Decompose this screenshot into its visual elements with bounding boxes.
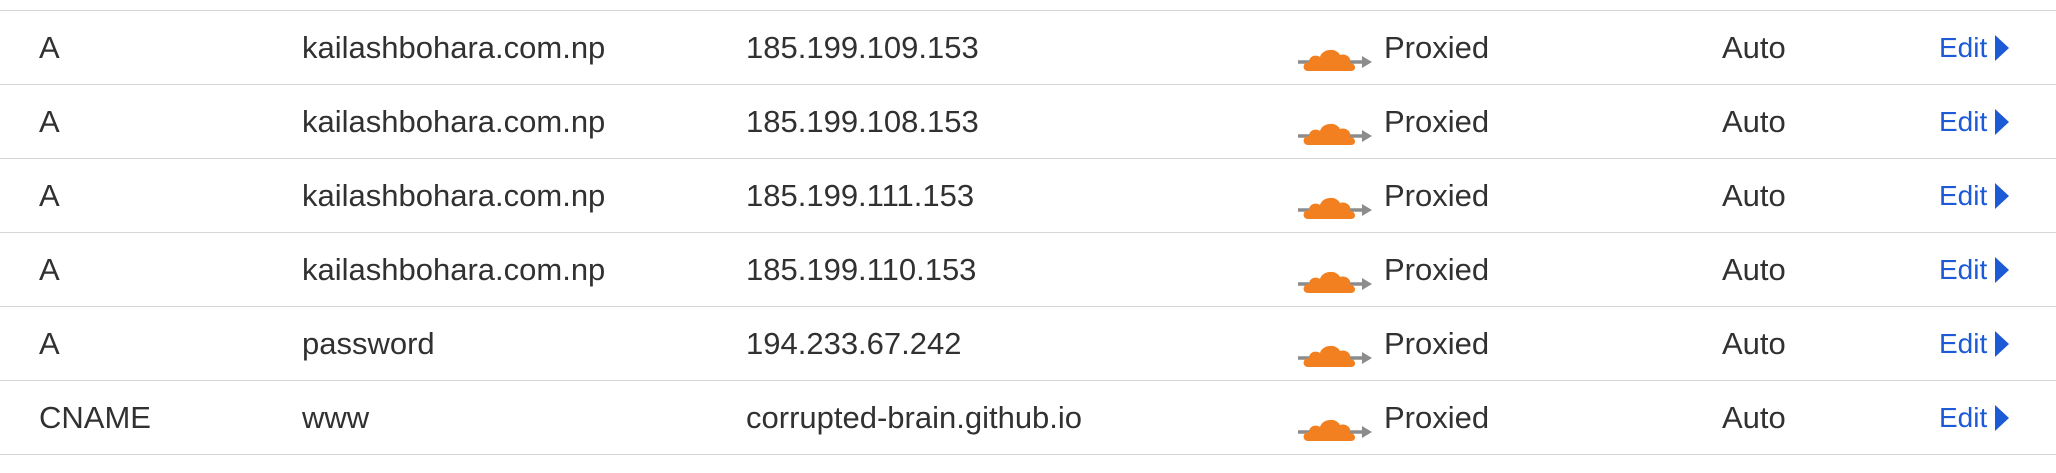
proxy-status-label: Proxied	[1384, 326, 1490, 361]
record-content: 194.233.67.242	[746, 326, 962, 361]
record-ttl: Auto	[1722, 104, 1786, 139]
record-ttl: Auto	[1722, 30, 1786, 65]
record-type: A	[39, 178, 60, 213]
proxy-status: Proxied	[1296, 233, 1489, 306]
caret-right-icon	[1995, 108, 2010, 135]
record-type: CNAME	[39, 400, 151, 435]
proxy-status: Proxied	[1296, 159, 1489, 232]
record-ttl: Auto	[1722, 178, 1786, 213]
edit-button[interactable]: Edit	[1939, 85, 2010, 158]
record-content: 185.199.108.153	[746, 104, 979, 139]
caret-right-icon	[1995, 404, 2010, 431]
record-ttl: Auto	[1722, 326, 1786, 361]
edit-label: Edit	[1939, 254, 1988, 285]
dns-record-row: A kailashbohara.com.np 185.199.108.153 P…	[0, 85, 2056, 159]
record-actions: Edit	[1939, 233, 2010, 306]
record-type: A	[39, 104, 60, 139]
orange-cloud-icon	[1296, 104, 1372, 145]
record-content: 185.199.109.153	[746, 30, 979, 65]
record-ttl: Auto	[1722, 400, 1786, 435]
proxy-status: Proxied	[1296, 11, 1489, 84]
orange-cloud-icon	[1296, 30, 1372, 71]
edit-button[interactable]: Edit	[1939, 233, 2010, 306]
record-content: 185.199.111.153	[746, 178, 975, 213]
record-content: corrupted-brain.github.io	[746, 400, 1083, 435]
edit-button[interactable]: Edit	[1939, 307, 2010, 380]
proxy-status: Proxied	[1296, 307, 1489, 380]
record-type: A	[39, 326, 60, 361]
record-name: kailashbohara.com.np	[302, 104, 606, 139]
orange-cloud-icon	[1296, 326, 1372, 367]
dns-record-row: CNAME www corrupted-brain.github.io Prox…	[0, 381, 2056, 455]
proxy-status-label: Proxied	[1384, 252, 1490, 287]
dns-record-row: A kailashbohara.com.np 185.199.109.153 P…	[0, 11, 2056, 85]
record-name: kailashbohara.com.np	[302, 252, 606, 287]
edit-label: Edit	[1939, 328, 1988, 359]
orange-cloud-icon	[1296, 400, 1372, 441]
orange-cloud-icon	[1296, 178, 1372, 219]
proxy-status: Proxied	[1296, 381, 1489, 454]
record-actions: Edit	[1939, 85, 2010, 158]
record-actions: Edit	[1939, 307, 2010, 380]
edit-label: Edit	[1939, 402, 1988, 433]
proxy-status-label: Proxied	[1384, 178, 1490, 213]
record-actions: Edit	[1939, 381, 2010, 454]
record-type: A	[39, 30, 60, 65]
dns-record-row: A password 194.233.67.242 Proxied Auto E…	[0, 307, 2056, 381]
edit-label: Edit	[1939, 32, 1988, 63]
record-type: A	[39, 252, 60, 287]
record-name: kailashbohara.com.np	[302, 178, 606, 213]
orange-cloud-icon	[1296, 252, 1372, 293]
table-top-divider	[0, 0, 2056, 11]
record-name: www	[302, 400, 370, 435]
proxy-status-label: Proxied	[1384, 30, 1490, 65]
dns-records-table: A kailashbohara.com.np 185.199.109.153 P…	[0, 0, 2056, 455]
caret-right-icon	[1995, 330, 2010, 357]
proxy-status-label: Proxied	[1384, 400, 1490, 435]
edit-button[interactable]: Edit	[1939, 159, 2010, 232]
caret-right-icon	[1995, 34, 2010, 61]
record-name: kailashbohara.com.np	[302, 30, 606, 65]
record-actions: Edit	[1939, 159, 2010, 232]
dns-record-row: A kailashbohara.com.np 185.199.111.153 P…	[0, 159, 2056, 233]
edit-button[interactable]: Edit	[1939, 381, 2010, 454]
record-ttl: Auto	[1722, 252, 1786, 287]
edit-label: Edit	[1939, 180, 1988, 211]
record-name: password	[302, 326, 435, 361]
proxy-status: Proxied	[1296, 85, 1489, 158]
dns-records-list: A kailashbohara.com.np 185.199.109.153 P…	[0, 11, 2056, 455]
record-content: 185.199.110.153	[746, 252, 977, 287]
caret-right-icon	[1995, 182, 2010, 209]
edit-label: Edit	[1939, 106, 1988, 137]
edit-button[interactable]: Edit	[1939, 11, 2010, 84]
proxy-status-label: Proxied	[1384, 104, 1490, 139]
record-actions: Edit	[1939, 11, 2010, 84]
caret-right-icon	[1995, 256, 2010, 283]
dns-record-row: A kailashbohara.com.np 185.199.110.153 P…	[0, 233, 2056, 307]
